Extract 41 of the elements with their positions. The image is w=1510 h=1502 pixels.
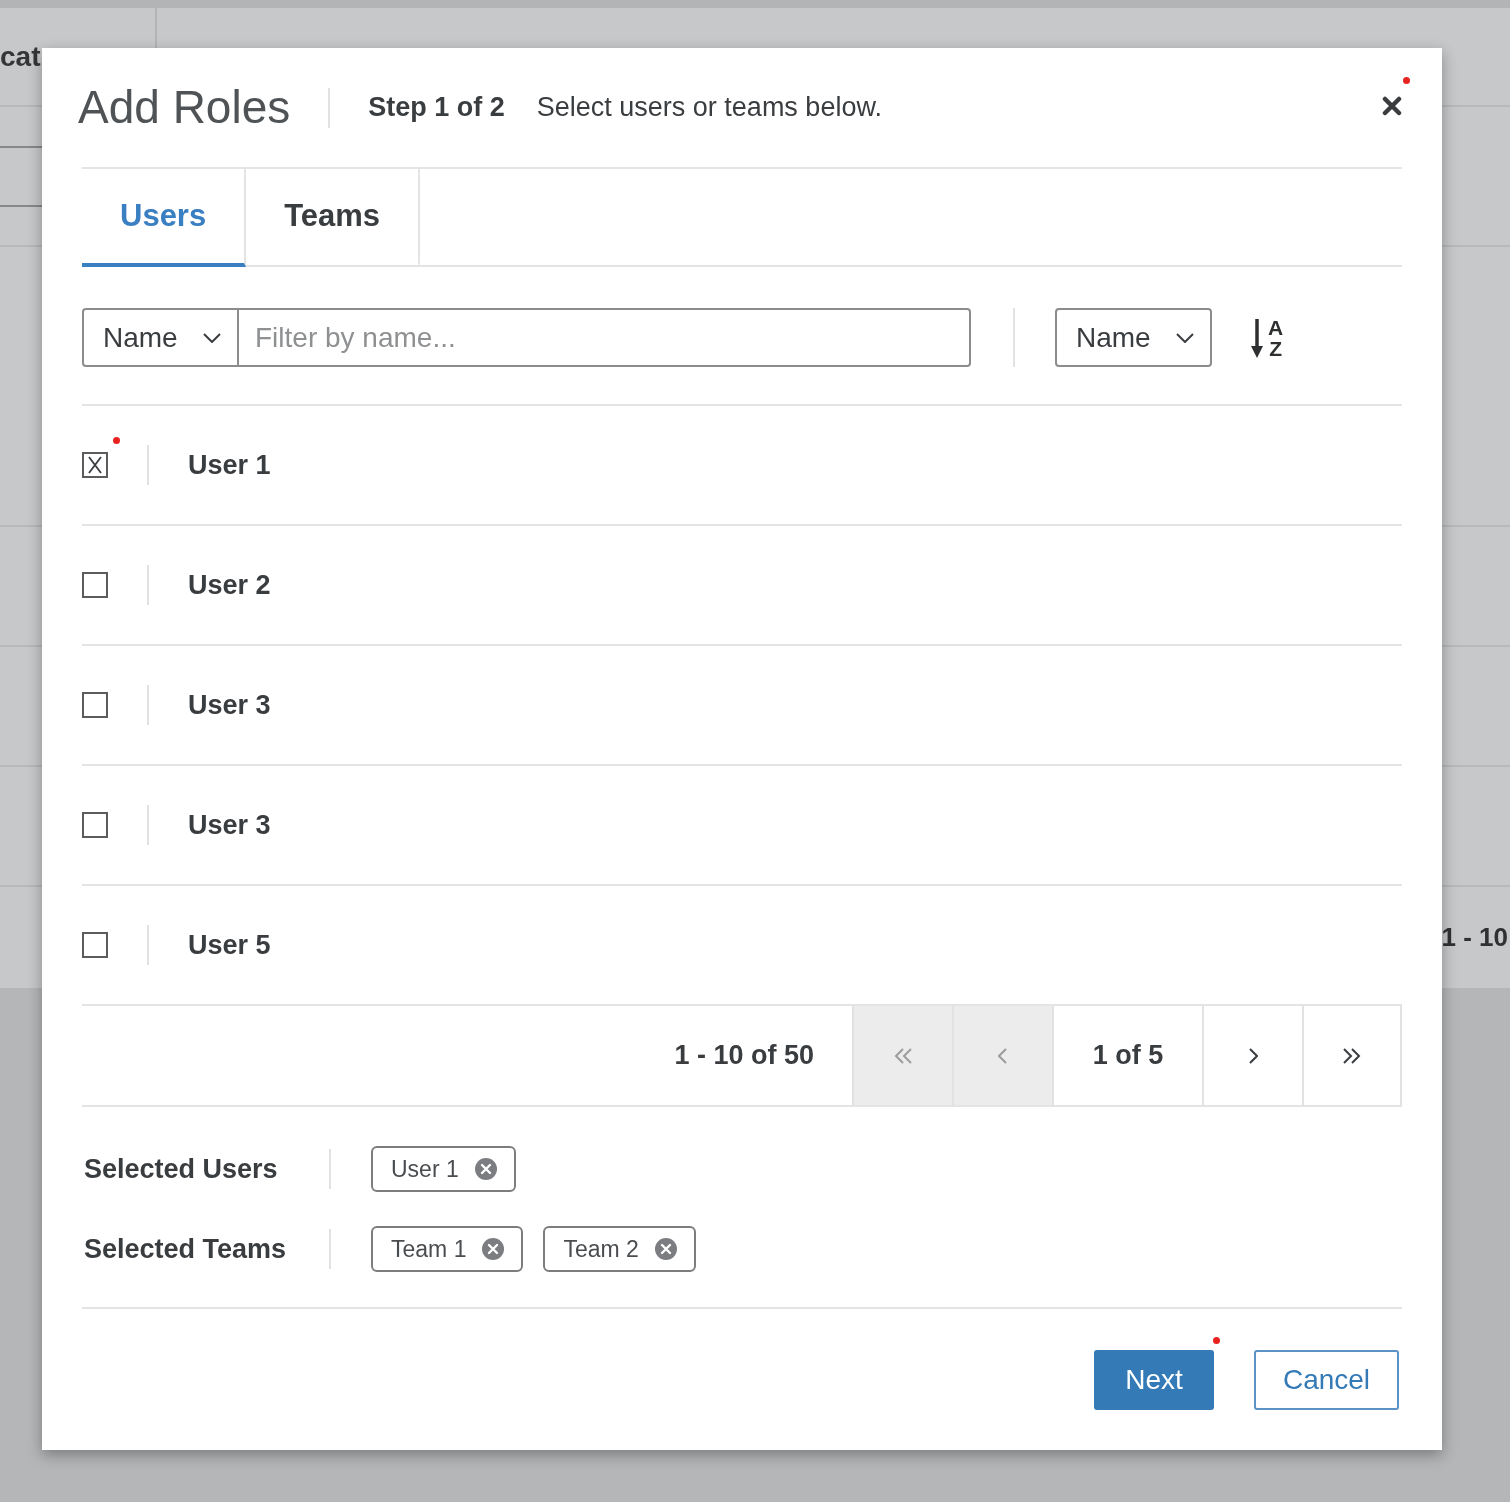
tag-text: Team 1 xyxy=(391,1234,467,1264)
arrow-down-icon xyxy=(1251,316,1263,359)
marker-dot-icon xyxy=(1403,77,1410,84)
user-name: User 1 xyxy=(188,448,271,482)
page-range-text: 1 - 10 xyxy=(1441,921,1508,954)
step-indicator: Step 1 of 2 xyxy=(368,91,505,125)
checkbox[interactable] xyxy=(82,932,108,958)
tag-text: Team 2 xyxy=(563,1234,639,1264)
checkbox[interactable] xyxy=(82,572,108,598)
marker-dot-icon xyxy=(113,437,120,444)
remove-icon[interactable] xyxy=(482,1238,505,1260)
checkbox[interactable] xyxy=(82,452,108,478)
section-label: Selected Teams xyxy=(83,1232,288,1266)
next-button[interactable]: Next xyxy=(1094,1350,1214,1410)
marker-dot-icon xyxy=(1213,1337,1220,1344)
user-name: User 5 xyxy=(188,928,271,962)
checkbox[interactable] xyxy=(82,692,108,718)
instruction-text: Select users or teams below. xyxy=(536,91,882,125)
tab[interactable]: Users xyxy=(82,169,247,267)
chevron-down-icon xyxy=(203,332,221,343)
user-name: User 3 xyxy=(188,808,271,842)
chevron-down-icon xyxy=(1176,332,1194,343)
sort-order-button[interactable]: A Z xyxy=(1251,316,1284,359)
chevron-left-icon xyxy=(998,1047,1008,1064)
close-icon[interactable] xyxy=(1382,95,1402,116)
remove-icon[interactable] xyxy=(654,1238,677,1260)
user-name: User 2 xyxy=(188,568,271,602)
double-chevron-left-icon xyxy=(893,1047,913,1064)
cancel-button[interactable]: Cancel xyxy=(1254,1350,1399,1410)
filter-input[interactable]: Filter by name... xyxy=(239,308,971,367)
remove-icon[interactable] xyxy=(474,1158,497,1180)
sort-field-dropdown[interactable]: Name xyxy=(1055,308,1212,367)
result-range-text: 1 - 10 of 50 xyxy=(674,1039,814,1073)
checkbox[interactable] xyxy=(82,812,108,838)
user-name: User 3 xyxy=(188,688,271,722)
tab[interactable]: Teams xyxy=(246,169,421,267)
chevron-right-icon xyxy=(1248,1047,1258,1064)
section-label: Selected Users xyxy=(83,1152,279,1186)
double-chevron-right-icon xyxy=(1342,1047,1362,1064)
tag-text: User 1 xyxy=(391,1154,459,1184)
filter-column-dropdown[interactable]: Name xyxy=(82,308,239,367)
